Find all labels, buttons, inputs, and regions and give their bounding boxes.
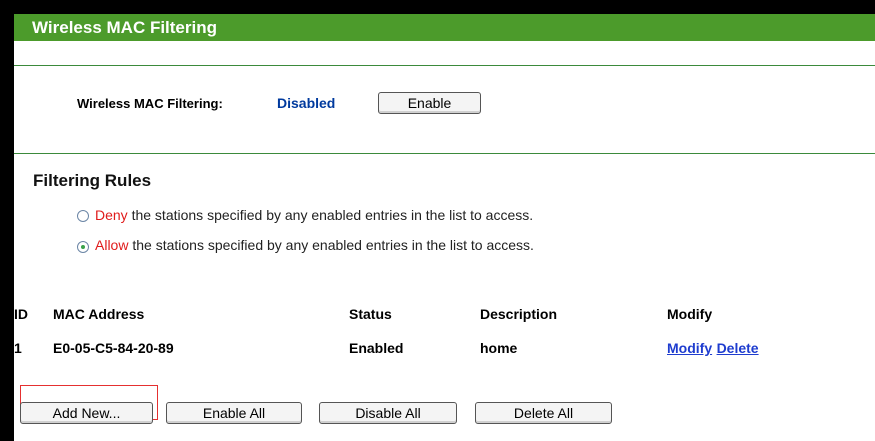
mac-filtering-panel: Wireless MAC Filtering Wireless MAC Filt… [14,14,875,441]
divider [14,65,875,66]
radio-selected-dot [81,245,85,249]
deny-rule-text: Deny the stations specified by any enabl… [95,207,533,223]
column-header-id: ID [14,306,28,322]
divider [14,153,875,154]
filter-status-value: Disabled [277,95,336,111]
row-id: 1 [14,340,22,356]
enable-all-button[interactable]: Enable All [166,402,302,424]
filtering-rules-heading: Filtering Rules [33,171,152,190]
row-status: Enabled [349,340,404,356]
column-header-modify: Modify [667,306,713,322]
add-new-button[interactable]: Add New... [20,402,153,424]
enable-filtering-button[interactable]: Enable [378,92,481,114]
disable-all-button[interactable]: Disable All [319,402,457,424]
row-actions: Modify Delete [667,340,759,358]
column-header-mac-address: MAC Address [53,306,145,322]
deny-keyword: Deny [95,207,128,223]
deny-radio[interactable] [77,210,89,222]
deny-description: the stations specified by any enabled en… [127,207,534,223]
allow-keyword: Allow [95,237,129,253]
delete-all-button[interactable]: Delete All [475,402,612,424]
row-mac-address: E0-05-C5-84-20-89 [53,340,174,356]
column-header-description: Description [480,306,558,322]
modify-link[interactable]: Modify [667,340,712,356]
allow-description: the stations specified by any enabled en… [128,237,534,253]
filter-status-label: Wireless MAC Filtering: [77,96,223,111]
delete-link[interactable]: Delete [717,340,759,356]
allow-rule-text: Allow the stations specified by any enab… [95,237,534,253]
page-title: Wireless MAC Filtering [14,14,875,41]
column-header-status: Status [349,306,392,322]
allow-radio[interactable] [77,241,89,253]
row-description: home [480,340,518,356]
